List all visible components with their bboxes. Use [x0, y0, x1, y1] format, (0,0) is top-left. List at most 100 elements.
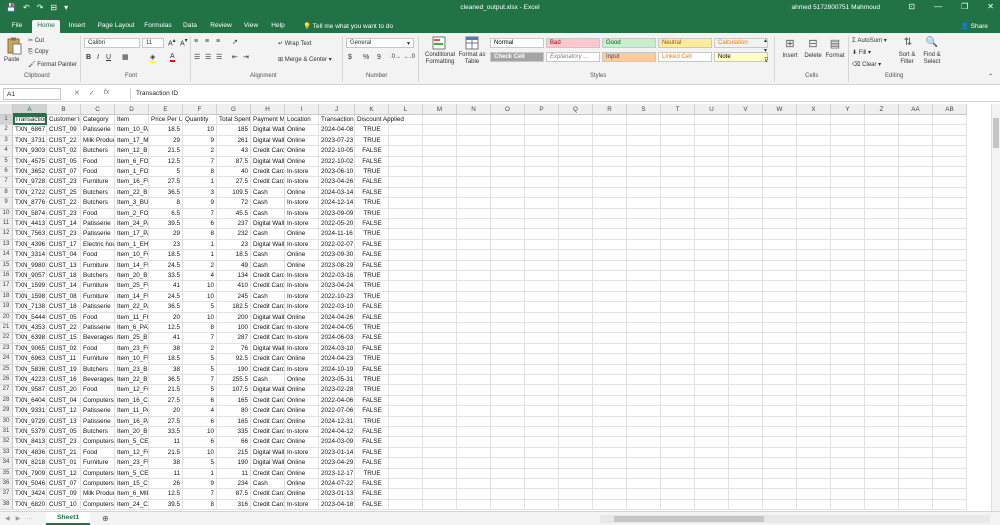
table-cell[interactable] — [457, 281, 491, 292]
table-cell[interactable]: Food — [81, 156, 115, 167]
table-cell[interactable] — [491, 395, 525, 407]
table-cell[interactable]: Computers — [81, 468, 115, 479]
table-cell[interactable] — [559, 260, 593, 271]
table-cell[interactable]: Credit Card — [251, 406, 285, 417]
table-cell[interactable] — [559, 343, 593, 355]
table-cell[interactable]: FALSE — [355, 499, 389, 511]
table-cell[interactable] — [389, 395, 423, 407]
table-cell[interactable]: Cash — [251, 208, 285, 219]
table-cell[interactable] — [797, 291, 831, 303]
table-cell[interactable] — [695, 333, 729, 344]
table-cell[interactable] — [661, 406, 695, 417]
table-cell[interactable] — [491, 198, 525, 209]
table-cell[interactable] — [661, 198, 695, 209]
table-cell[interactable] — [593, 375, 627, 386]
table-cell[interactable] — [559, 208, 593, 219]
table-cell[interactable] — [899, 375, 933, 386]
table-cell[interactable] — [491, 302, 525, 313]
table-cell[interactable]: Digital Wallet — [251, 447, 285, 459]
table-cell[interactable]: FALSE — [355, 239, 389, 251]
table-cell[interactable] — [797, 354, 831, 365]
table-cell[interactable] — [933, 271, 967, 282]
table-cell[interactable] — [627, 239, 661, 251]
table-cell[interactable]: 200 — [217, 312, 251, 323]
cell-style-7[interactable]: Input — [602, 52, 656, 62]
table-cell[interactable] — [933, 375, 967, 386]
table-cell[interactable] — [695, 427, 729, 438]
table-cell[interactable]: TXN_5046 — [13, 479, 47, 490]
header-cell[interactable] — [763, 115, 797, 126]
table-cell[interactable]: 33.5 — [149, 427, 183, 438]
table-cell[interactable] — [763, 291, 797, 303]
table-cell[interactable] — [627, 291, 661, 303]
cell-style-1[interactable]: Bad — [546, 38, 600, 48]
table-cell[interactable] — [423, 437, 457, 448]
table-cell[interactable]: 2022-04-06 00:00:00 — [319, 395, 355, 407]
table-cell[interactable]: 245 — [217, 291, 251, 303]
table-cell[interactable] — [593, 354, 627, 365]
table-cell[interactable] — [933, 146, 967, 157]
table-cell[interactable] — [559, 468, 593, 479]
table-cell[interactable]: 36.5 — [149, 187, 183, 199]
table-cell[interactable] — [763, 208, 797, 219]
row-header[interactable]: 36 — [0, 479, 13, 490]
table-cell[interactable]: TXN_3424 — [13, 489, 47, 500]
table-cell[interactable] — [729, 416, 763, 427]
table-cell[interactable] — [491, 427, 525, 438]
table-cell[interactable]: Credit Card — [251, 354, 285, 365]
table-cell[interactable]: Credit Card — [251, 364, 285, 375]
table-cell[interactable]: CUST_23 — [47, 208, 81, 219]
table-cell[interactable]: 5 — [183, 458, 217, 469]
table-cell[interactable] — [525, 468, 559, 479]
column-header[interactable]: K — [355, 104, 389, 115]
table-cell[interactable]: Item_22_BEV — [115, 375, 149, 386]
table-cell[interactable] — [559, 187, 593, 199]
table-cell[interactable] — [559, 146, 593, 157]
table-cell[interactable] — [865, 385, 899, 396]
table-cell[interactable]: Credit Card — [251, 427, 285, 438]
table-cell[interactable] — [933, 239, 967, 251]
table-cell[interactable]: TRUE — [355, 167, 389, 178]
table-cell[interactable] — [525, 447, 559, 459]
table-cell[interactable] — [729, 177, 763, 188]
table-cell[interactable]: CUST_02 — [47, 146, 81, 157]
table-cell[interactable]: Electric household — [81, 239, 115, 251]
table-cell[interactable] — [661, 187, 695, 199]
table-cell[interactable]: TXN_9331 — [13, 406, 47, 417]
table-cell[interactable]: 6.5 — [149, 208, 183, 219]
table-cell[interactable]: 5 — [183, 385, 217, 396]
table-cell[interactable]: 7 — [183, 333, 217, 344]
table-cell[interactable]: Item_23_BUT — [115, 364, 149, 375]
table-cell[interactable] — [389, 250, 423, 261]
table-cell[interactable] — [695, 146, 729, 157]
table-cell[interactable]: Patisserie — [81, 406, 115, 417]
table-cell[interactable] — [899, 281, 933, 292]
row-header[interactable]: 12 — [0, 229, 13, 240]
table-cell[interactable] — [831, 458, 865, 469]
table-cell[interactable] — [933, 302, 967, 313]
table-cell[interactable] — [593, 156, 627, 167]
table-cell[interactable]: Credit Card — [251, 333, 285, 344]
table-cell[interactable]: Online — [285, 489, 319, 500]
table-cell[interactable] — [389, 135, 423, 147]
table-cell[interactable] — [525, 250, 559, 261]
row-header[interactable]: 8 — [0, 187, 13, 199]
table-cell[interactable]: FALSE — [355, 146, 389, 157]
select-all-corner[interactable] — [0, 104, 13, 115]
table-cell[interactable] — [933, 219, 967, 230]
table-cell[interactable] — [389, 489, 423, 500]
table-cell[interactable]: 2024-11-16 00:00:00 — [319, 229, 355, 240]
table-cell[interactable]: Furniture — [81, 354, 115, 365]
column-header[interactable]: Z — [865, 104, 899, 115]
table-cell[interactable] — [763, 364, 797, 375]
table-cell[interactable]: 18.5 — [149, 125, 183, 136]
worksheet-grid[interactable]: A B C D E F G H I J K L M N O P Q R S T U V W X Y Z AA AB 1 Transacti… — [0, 104, 1000, 511]
table-cell[interactable] — [865, 239, 899, 251]
cell-style-2[interactable]: Good — [602, 38, 656, 48]
table-cell[interactable] — [457, 260, 491, 271]
table-cell[interactable] — [933, 458, 967, 469]
table-cell[interactable] — [831, 271, 865, 282]
table-cell[interactable]: TRUE — [355, 281, 389, 292]
table-cell[interactable]: 1 — [183, 239, 217, 251]
table-cell[interactable] — [661, 385, 695, 396]
